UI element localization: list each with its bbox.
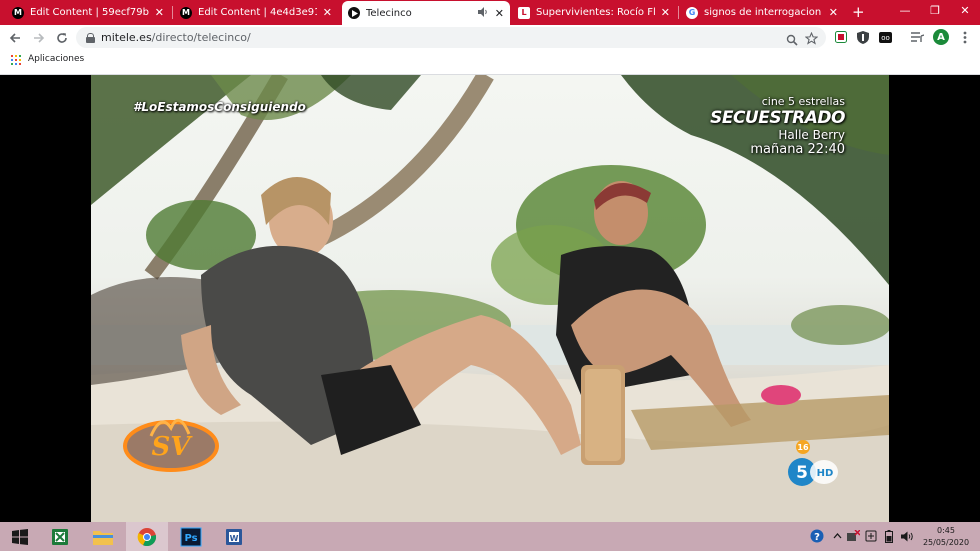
extension-shield-icon[interactable] bbox=[856, 30, 870, 44]
url-path: /directo/telecinco/ bbox=[151, 31, 251, 44]
file-explorer-icon[interactable] bbox=[83, 522, 123, 551]
telecinco-hd-logo: 5 HD bbox=[787, 457, 843, 487]
word-icon[interactable]: W bbox=[214, 522, 254, 551]
volume-icon[interactable] bbox=[900, 529, 914, 543]
close-window-button[interactable]: ✕ bbox=[950, 0, 980, 20]
tab-title: signos de interrogacion - Busca bbox=[704, 7, 823, 18]
bookmark-apps[interactable]: Aplicaciones bbox=[28, 54, 84, 64]
age-rating-badge: 16 bbox=[796, 440, 810, 454]
battery-icon[interactable] bbox=[882, 529, 896, 543]
media-controls-icon[interactable] bbox=[910, 30, 924, 44]
tab-title: Edit Content | 59ecf79b-6019-4 bbox=[30, 7, 149, 18]
google-favicon-icon: G bbox=[686, 6, 698, 19]
tab-edit-content-1[interactable]: M Edit Content | 59ecf79b-6019-4 ✕ bbox=[6, 1, 170, 24]
clock-time: 0:45 bbox=[937, 526, 955, 535]
svg-text:oo: oo bbox=[881, 34, 890, 42]
promo-title: SECUESTRADO bbox=[710, 108, 845, 128]
mitele-favicon-icon bbox=[348, 7, 360, 19]
help-icon[interactable]: ? bbox=[810, 529, 824, 543]
tab-google-search[interactable]: G signos de interrogacion - Busca ✕ bbox=[680, 1, 844, 24]
chevron-up-icon[interactable] bbox=[830, 529, 844, 543]
windows-taskbar: Ps W ? 0:45 25/05/2020 bbox=[0, 522, 980, 551]
tab-title: Supervivientes: Rocío Flores ava bbox=[536, 7, 655, 18]
tab-edit-content-2[interactable]: M Edit Content | 4e4d3e91-f0c1-4 ✕ bbox=[174, 1, 338, 24]
promo-actor: Halle Berry bbox=[778, 128, 845, 142]
extension-infinity-icon[interactable]: oo bbox=[878, 30, 892, 44]
lock-icon[interactable] bbox=[86, 32, 95, 43]
minimize-button[interactable]: — bbox=[890, 0, 920, 20]
url-host: mitele.es bbox=[101, 31, 152, 44]
dropbox-icon[interactable] bbox=[864, 529, 878, 543]
word-label: W bbox=[230, 534, 239, 543]
lecturas-favicon-icon: L bbox=[518, 6, 530, 19]
tab-title: Edit Content | 4e4d3e91-f0c1-4 bbox=[198, 7, 317, 18]
hashtag-overlay: #LoEstamosConsiguiendo bbox=[133, 100, 306, 114]
system-clock[interactable]: 0:45 25/05/2020 bbox=[920, 525, 972, 549]
reload-icon bbox=[57, 33, 67, 43]
zoom-icon[interactable] bbox=[786, 31, 798, 50]
close-tab-icon[interactable]: ✕ bbox=[323, 6, 332, 19]
photoshop-label: Ps bbox=[184, 533, 197, 544]
tab-title: Telecinco bbox=[366, 7, 412, 19]
url-text: mitele.es/directo/telecinco/ bbox=[101, 31, 251, 44]
svg-text:?: ? bbox=[814, 532, 820, 543]
channel-number: 5 bbox=[796, 463, 808, 483]
excel-icon[interactable] bbox=[40, 522, 80, 551]
tab-strip: M Edit Content | 59ecf79b-6019-4 ✕ M Edi… bbox=[0, 0, 980, 25]
back-button[interactable] bbox=[6, 29, 24, 47]
program-promo: cine 5 estrellas SECUESTRADO Halle Berry… bbox=[710, 95, 845, 157]
maximize-button[interactable]: ❐ bbox=[920, 0, 950, 20]
forward-button[interactable] bbox=[30, 29, 48, 47]
supervivientes-logo: SV bbox=[121, 408, 221, 473]
extension-green-icon[interactable] bbox=[834, 30, 848, 44]
reload-button[interactable] bbox=[53, 29, 71, 47]
network-flag-icon[interactable] bbox=[846, 529, 860, 543]
speaker-icon[interactable] bbox=[477, 6, 489, 20]
back-arrow-icon bbox=[9, 33, 20, 43]
photoshop-icon[interactable]: Ps bbox=[171, 522, 211, 551]
promo-schedule: mañana 22:40 bbox=[750, 142, 845, 157]
hd-label: HD bbox=[817, 468, 834, 479]
tab-supervivientes[interactable]: L Supervivientes: Rocío Flores ava ✕ bbox=[512, 1, 676, 24]
video-frame[interactable]: #LoEstamosConsiguiendo cine 5 estrellas … bbox=[91, 75, 889, 522]
chrome-icon[interactable] bbox=[126, 522, 168, 551]
tab-telecinco[interactable]: Telecinco ✕ bbox=[342, 1, 510, 25]
browser-chrome: M Edit Content | 59ecf79b-6019-4 ✕ M Edi… bbox=[0, 0, 980, 75]
logo-text: SV bbox=[152, 432, 194, 462]
video-player[interactable]: #LoEstamosConsiguiendo cine 5 estrellas … bbox=[0, 75, 980, 522]
close-tab-icon[interactable]: ✕ bbox=[495, 7, 504, 20]
promo-line-1: cine 5 estrellas bbox=[761, 95, 845, 108]
new-tab-button[interactable]: + bbox=[852, 3, 865, 21]
clock-date: 25/05/2020 bbox=[922, 538, 970, 547]
medium-favicon-icon: M bbox=[180, 6, 192, 19]
close-tab-icon[interactable]: ✕ bbox=[829, 6, 838, 19]
apps-grid-icon[interactable] bbox=[11, 55, 21, 65]
address-bar[interactable]: mitele.es/directo/telecinco/ bbox=[76, 27, 826, 48]
close-tab-icon[interactable]: ✕ bbox=[661, 6, 670, 19]
menu-dots-icon[interactable] bbox=[958, 30, 972, 44]
medium-favicon-icon: M bbox=[12, 6, 24, 19]
forward-arrow-icon bbox=[34, 33, 45, 43]
toolbar: mitele.es/directo/telecinco/ bbox=[0, 25, 980, 50]
close-tab-icon[interactable]: ✕ bbox=[155, 6, 164, 19]
profile-avatar[interactable]: A bbox=[933, 29, 949, 45]
windows-start-icon[interactable] bbox=[0, 522, 40, 551]
bookmark-star-icon[interactable] bbox=[804, 30, 819, 49]
